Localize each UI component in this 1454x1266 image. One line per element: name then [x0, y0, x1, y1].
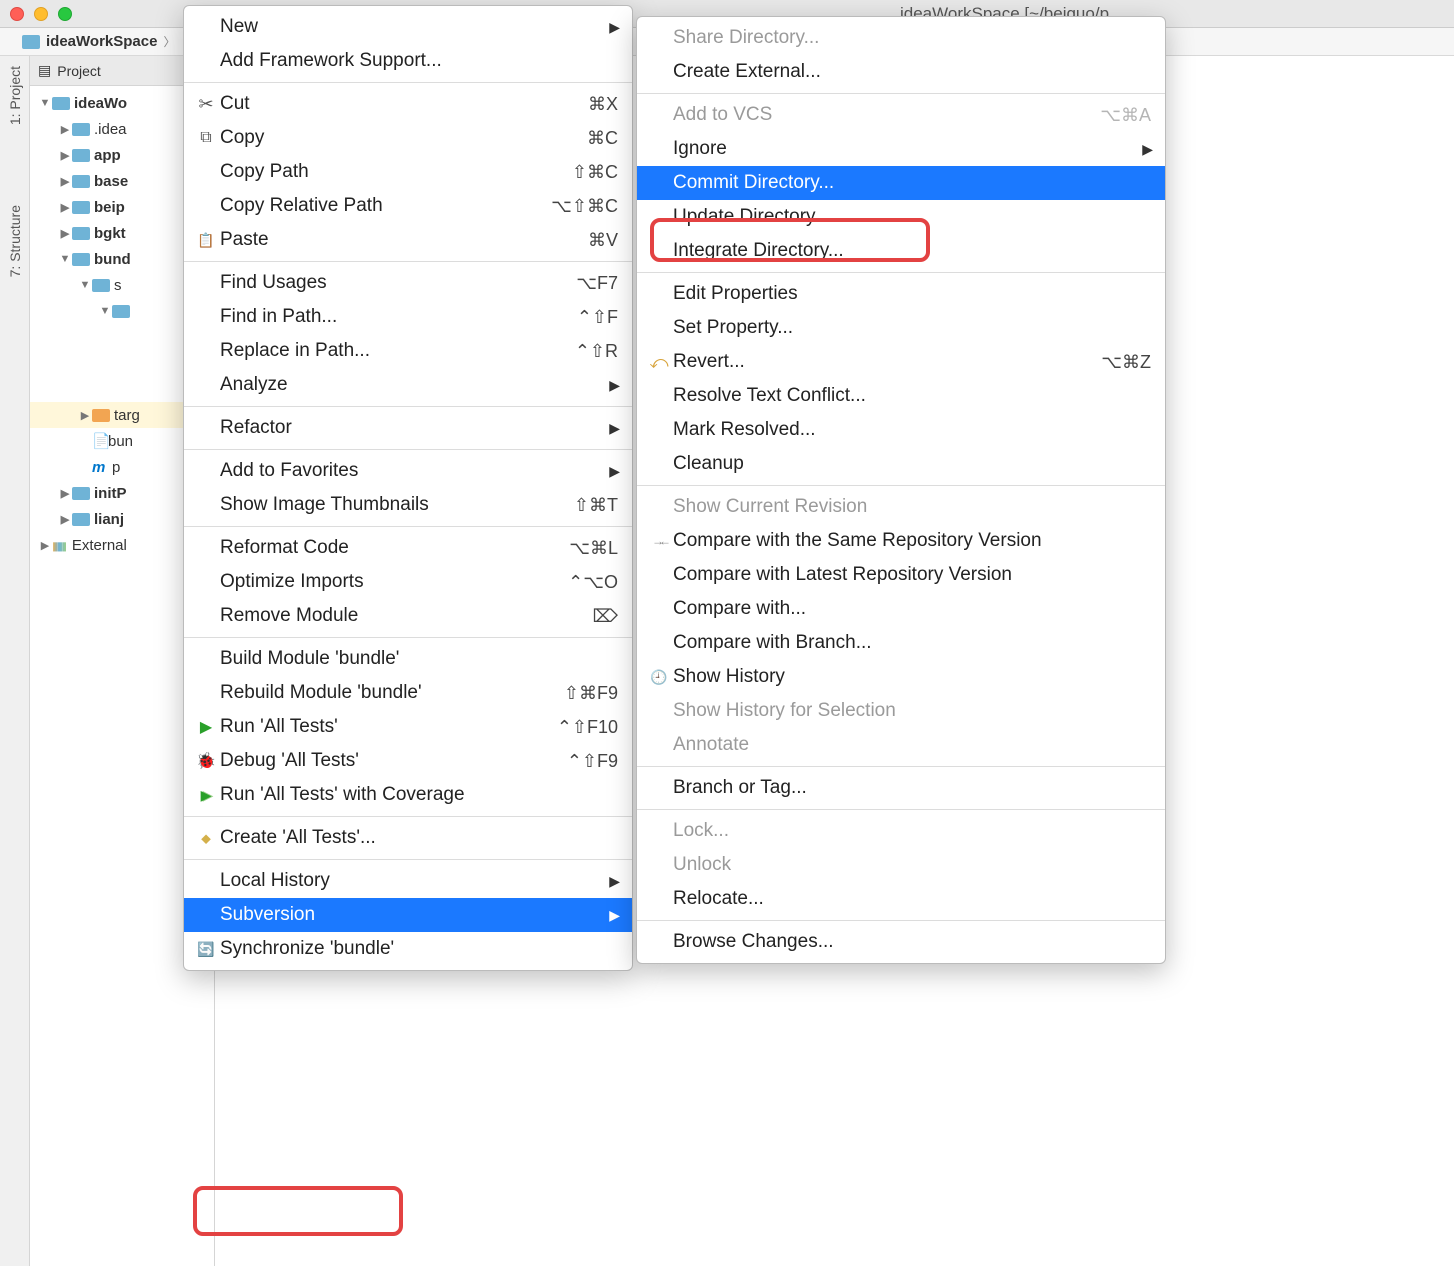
menu-cut[interactable]: Cut⌘X [184, 87, 632, 121]
history-icon [645, 669, 673, 686]
menu-browse-changes[interactable]: Browse Changes... [637, 925, 1165, 959]
menu-rebuild-module[interactable]: Rebuild Module 'bundle'⇧⌘F9 [184, 676, 632, 710]
menu-subversion[interactable]: Subversion▶ [184, 898, 632, 932]
menu-create-tests[interactable]: Create 'All Tests'... [184, 821, 632, 855]
breadcrumb-root: ideaWorkSpace [46, 33, 157, 50]
coverage-icon [192, 787, 220, 804]
menu-compare-with[interactable]: Compare with... [637, 592, 1165, 626]
menu-refactor[interactable]: Refactor▶ [184, 411, 632, 445]
menu-replace-in-path[interactable]: Replace in Path...⌃⇧R [184, 334, 632, 368]
menu-integrate-directory[interactable]: Integrate Directory... [637, 234, 1165, 268]
menu-relocate[interactable]: Relocate... [637, 882, 1165, 916]
menu-update-directory[interactable]: Update Directory [637, 200, 1165, 234]
menu-run-coverage[interactable]: Run 'All Tests' with Coverage [184, 778, 632, 812]
menu-revert[interactable]: Revert...⌥⌘Z [637, 345, 1165, 379]
menu-copy[interactable]: Copy⌘C [184, 121, 632, 155]
menu-annotate: Annotate [637, 728, 1165, 762]
menu-add-to-vcs: Add to VCS⌥⌘A [637, 98, 1165, 132]
menu-new[interactable]: New▶ [184, 10, 632, 44]
menu-share-directory: Share Directory... [637, 21, 1165, 55]
menu-branch-tag[interactable]: Branch or Tag... [637, 771, 1165, 805]
menu-set-property[interactable]: Set Property... [637, 311, 1165, 345]
menu-remove-module[interactable]: Remove Module⌦ [184, 599, 632, 633]
project-icon: ▤ [38, 62, 51, 79]
create-test-icon [192, 830, 220, 847]
gutter-tab-project[interactable]: 1: Project [7, 66, 23, 125]
menu-run-tests[interactable]: Run 'All Tests'⌃⇧F10 [184, 710, 632, 744]
menu-compare-latest-repo[interactable]: Compare with Latest Repository Version [637, 558, 1165, 592]
menu-unlock: Unlock [637, 848, 1165, 882]
subversion-submenu: Share Directory... Create External... Ad… [636, 16, 1166, 964]
menu-find-usages[interactable]: Find Usages⌥F7 [184, 266, 632, 300]
menu-show-history-selection: Show History for Selection [637, 694, 1165, 728]
menu-show-thumbnails[interactable]: Show Image Thumbnails⇧⌘T [184, 488, 632, 522]
menu-mark-resolved[interactable]: Mark Resolved... [637, 413, 1165, 447]
library-icon [52, 537, 66, 554]
copy-icon [192, 129, 220, 147]
menu-commit-directory[interactable]: Commit Directory... [637, 166, 1165, 200]
context-menu: New▶ Add Framework Support... Cut⌘X Copy… [183, 5, 633, 971]
menu-copy-path[interactable]: Copy Path⇧⌘C [184, 155, 632, 189]
scissors-icon [192, 94, 220, 115]
run-icon [192, 717, 220, 737]
compare-icon [645, 534, 673, 548]
menu-synchronize[interactable]: Synchronize 'bundle' [184, 932, 632, 966]
left-gutter: 1: Project 7: Structure [0, 56, 30, 1266]
gutter-tab-structure[interactable]: 7: Structure [7, 205, 23, 277]
menu-edit-properties[interactable]: Edit Properties [637, 277, 1165, 311]
menu-copy-relative-path[interactable]: Copy Relative Path⌥⇧⌘C [184, 189, 632, 223]
menu-ignore[interactable]: Ignore▶ [637, 132, 1165, 166]
revert-icon [645, 352, 673, 373]
debug-icon [192, 751, 220, 771]
menu-debug-tests[interactable]: Debug 'All Tests'⌃⇧F9 [184, 744, 632, 778]
menu-resolve-conflict[interactable]: Resolve Text Conflict... [637, 379, 1165, 413]
menu-local-history[interactable]: Local History▶ [184, 864, 632, 898]
menu-build-module[interactable]: Build Module 'bundle' [184, 642, 632, 676]
close-window-button[interactable] [10, 7, 24, 21]
menu-analyze[interactable]: Analyze▶ [184, 368, 632, 402]
maximize-window-button[interactable] [58, 7, 72, 21]
chevron-right-icon: 〉 [163, 33, 175, 50]
menu-optimize-imports[interactable]: Optimize Imports⌃⌥O [184, 565, 632, 599]
menu-lock: Lock... [637, 814, 1165, 848]
menu-add-favorites[interactable]: Add to Favorites▶ [184, 454, 632, 488]
menu-cleanup[interactable]: Cleanup [637, 447, 1165, 481]
minimize-window-button[interactable] [34, 7, 48, 21]
menu-paste[interactable]: Paste⌘V [184, 223, 632, 257]
traffic-lights [10, 7, 72, 21]
clipboard-icon [192, 232, 220, 249]
menu-create-external[interactable]: Create External... [637, 55, 1165, 89]
menu-compare-branch[interactable]: Compare with Branch... [637, 626, 1165, 660]
menu-show-current-revision: Show Current Revision [637, 490, 1165, 524]
folder-icon [22, 35, 40, 49]
menu-add-framework[interactable]: Add Framework Support... [184, 44, 632, 78]
menu-find-in-path[interactable]: Find in Path...⌃⇧F [184, 300, 632, 334]
menu-compare-same-repo[interactable]: Compare with the Same Repository Version [637, 524, 1165, 558]
menu-reformat-code[interactable]: Reformat Code⌥⌘L [184, 531, 632, 565]
menu-show-history[interactable]: Show History [637, 660, 1165, 694]
sync-icon [192, 941, 220, 958]
